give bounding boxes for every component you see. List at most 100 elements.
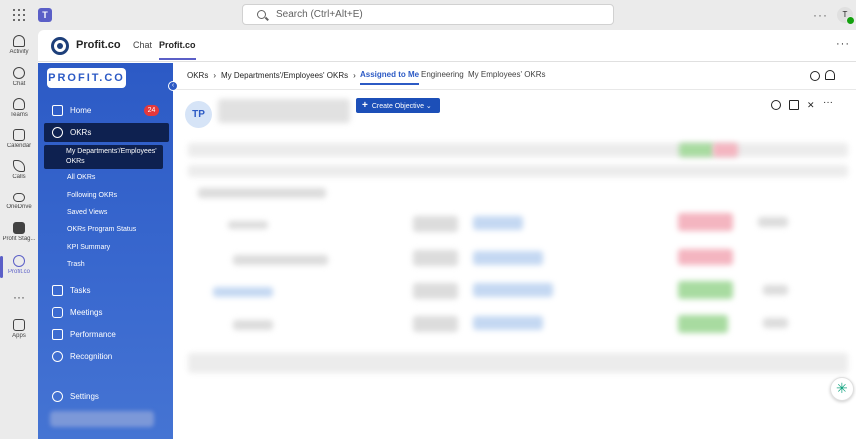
row-blurred <box>413 283 458 299</box>
app-name: Profit.co <box>76 39 121 51</box>
group-blurred <box>198 188 326 198</box>
rail-onedrive[interactable]: OneDrive <box>0 188 38 218</box>
rail-calendar[interactable]: Calendar <box>0 126 38 156</box>
blurred-status <box>679 143 714 157</box>
nav-label: Recognition <box>70 352 113 361</box>
breadcrumb: OKRs › My Departments'/Employees' OKRs › <box>187 71 361 80</box>
teams-icon <box>13 98 25 110</box>
row-blurred <box>233 255 328 265</box>
more-options-icon[interactable]: ··· <box>823 97 833 108</box>
tasks-icon <box>52 285 63 296</box>
breadcrumb-separator: › <box>213 71 217 80</box>
search-icon[interactable] <box>810 71 820 81</box>
bell-icon <box>13 35 25 47</box>
nav-label: Tasks <box>70 286 91 295</box>
sub-following-okrs[interactable]: Following OKRs <box>67 192 165 199</box>
sub-kpi-summary[interactable]: KPI Summary <box>67 244 165 251</box>
breadcrumb-separator: › <box>353 71 356 80</box>
row-blurred <box>473 216 523 230</box>
rail-calls[interactable]: Calls <box>0 157 38 187</box>
meetings-icon <box>52 307 63 318</box>
search-placeholder: Search (Ctrl+Alt+E) <box>276 9 363 20</box>
rail-label: Profit Stag... <box>2 236 36 242</box>
ai-assistant-icon[interactable] <box>830 377 854 401</box>
rail-label: Teams <box>10 112 28 118</box>
collapse-sidebar-button[interactable]: ‹ <box>168 81 178 91</box>
user-avatar: TP <box>185 101 212 128</box>
nav-recognition[interactable]: Recognition <box>44 347 169 366</box>
performance-icon <box>52 329 63 340</box>
breadcrumb-okrs[interactable]: OKRs <box>187 71 208 80</box>
rail-label: Activity <box>9 49 29 55</box>
rail-activity[interactable]: Activity <box>0 32 38 62</box>
play-icon[interactable] <box>771 100 781 110</box>
sub-all-okrs[interactable]: All OKRs <box>67 174 165 181</box>
create-objective-button[interactable]: + Create Objective ⌄ <box>356 98 440 113</box>
rail-apps[interactable]: Apps <box>0 316 38 346</box>
tab-assigned-to-me[interactable]: Assigned to Me <box>360 70 420 85</box>
medal-icon <box>52 351 63 362</box>
notification-badge: 24 <box>144 105 159 116</box>
user-avatar[interactable]: T <box>837 7 855 25</box>
rail-teams[interactable]: Teams <box>0 95 38 125</box>
rail-more-icon[interactable]: ··· <box>0 290 38 304</box>
create-objective-label: Create Objective <box>371 103 424 110</box>
rail-profit-stag[interactable]: Profit Stag... <box>0 219 38 249</box>
tab-engineering[interactable]: Engineering <box>421 70 464 79</box>
plus-icon: + <box>362 100 368 111</box>
app-header: Profit.co Chat Profit.co ··· <box>38 30 856 62</box>
row-blurred <box>678 281 733 299</box>
nav-settings[interactable]: Settings <box>44 387 169 406</box>
nav-performance[interactable]: Performance <box>44 325 169 344</box>
chat-icon <box>13 67 25 79</box>
present-icon[interactable] <box>789 100 799 110</box>
rail-chat[interactable]: Chat <box>0 64 38 94</box>
sub-okrs-program-status[interactable]: OKRs Program Status <box>67 226 165 233</box>
app-launcher-icon[interactable] <box>13 9 25 21</box>
row-blurred <box>413 216 458 232</box>
nav-label: OKRs <box>70 128 92 137</box>
rail-label: Calls <box>12 174 26 180</box>
row-blurred <box>678 249 733 265</box>
profitco-sidebar: PROFIT.CO Home 24 OKRs My Departments'/Em… <box>38 63 173 439</box>
tab-profit-co[interactable]: Profit.co <box>159 40 196 60</box>
rail-label: Apps <box>12 333 26 339</box>
row-blurred <box>678 213 733 231</box>
sub-saved-views[interactable]: Saved Views <box>67 209 165 216</box>
breadcrumb-my-departments[interactable]: My Departments'/Employees' OKRs <box>221 71 348 80</box>
rail-profit-co[interactable]: Profit.co <box>0 252 38 282</box>
rail-label: Calendar <box>6 143 32 149</box>
tab-my-employees-okrs[interactable]: My Employees' OKRs <box>468 70 546 79</box>
row-blurred <box>763 285 788 295</box>
profitco-logo-icon <box>51 37 69 55</box>
bell-icon[interactable] <box>825 70 835 80</box>
nav-label: Performance <box>70 330 116 339</box>
app-rail: Activity Chat Teams Calendar Calls OneDr… <box>0 30 38 439</box>
main-area: Profit.co Chat Profit.co ··· PROFIT.CO H… <box>38 30 856 439</box>
more-options-icon[interactable]: ··· <box>813 8 828 22</box>
tab-chat[interactable]: Chat <box>133 40 152 50</box>
add-app-icon <box>13 319 25 331</box>
nav-okrs[interactable]: OKRs <box>44 123 169 142</box>
nav-label: Meetings <box>70 308 103 317</box>
row-blurred <box>228 221 268 229</box>
blurred-status <box>713 143 738 157</box>
header-blurred <box>188 165 848 177</box>
okr-content: OKRs › My Departments'/Employees' OKRs › As… <box>173 63 856 439</box>
collapse-icon[interactable]: ✕ <box>807 100 817 110</box>
teams-logo-icon: T <box>38 8 52 22</box>
rail-label: Profit.co <box>7 269 30 275</box>
nav-tasks[interactable]: Tasks <box>44 281 169 300</box>
cloud-icon <box>13 193 25 202</box>
nav-label: Settings <box>70 392 99 401</box>
sub-my-departments-okrs[interactable]: My Departments'/Employees' OKRs <box>44 145 163 169</box>
row-blurred <box>763 318 788 328</box>
target-icon <box>52 127 63 138</box>
row-blurred <box>678 315 728 333</box>
search-input[interactable]: Search (Ctrl+Alt+E) <box>242 4 614 25</box>
nav-home[interactable]: Home 24 <box>44 101 169 120</box>
sub-trash[interactable]: Trash <box>67 261 165 268</box>
nav-meetings[interactable]: Meetings <box>44 303 169 322</box>
more-options-icon[interactable]: ··· <box>836 38 850 50</box>
teams-topbar: T Search (Ctrl+Alt+E) ··· T <box>0 0 856 30</box>
